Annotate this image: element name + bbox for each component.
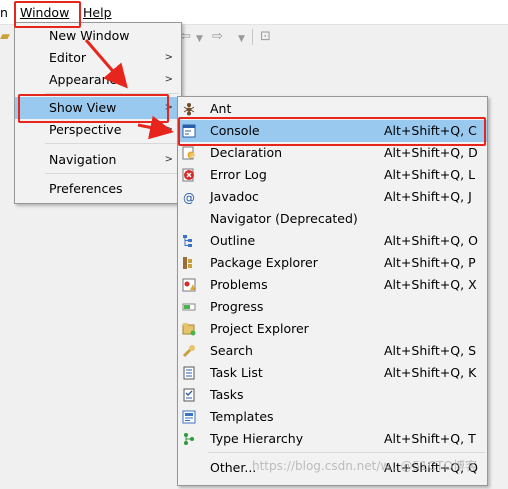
- watermark: https://blog.csdn.net/w...@51CTO博客: [252, 459, 477, 473]
- annotation-arrow-2: [137, 115, 174, 140]
- annotation-arrows: [84, 39, 174, 140]
- annotation-arrow-1: [84, 39, 128, 89]
